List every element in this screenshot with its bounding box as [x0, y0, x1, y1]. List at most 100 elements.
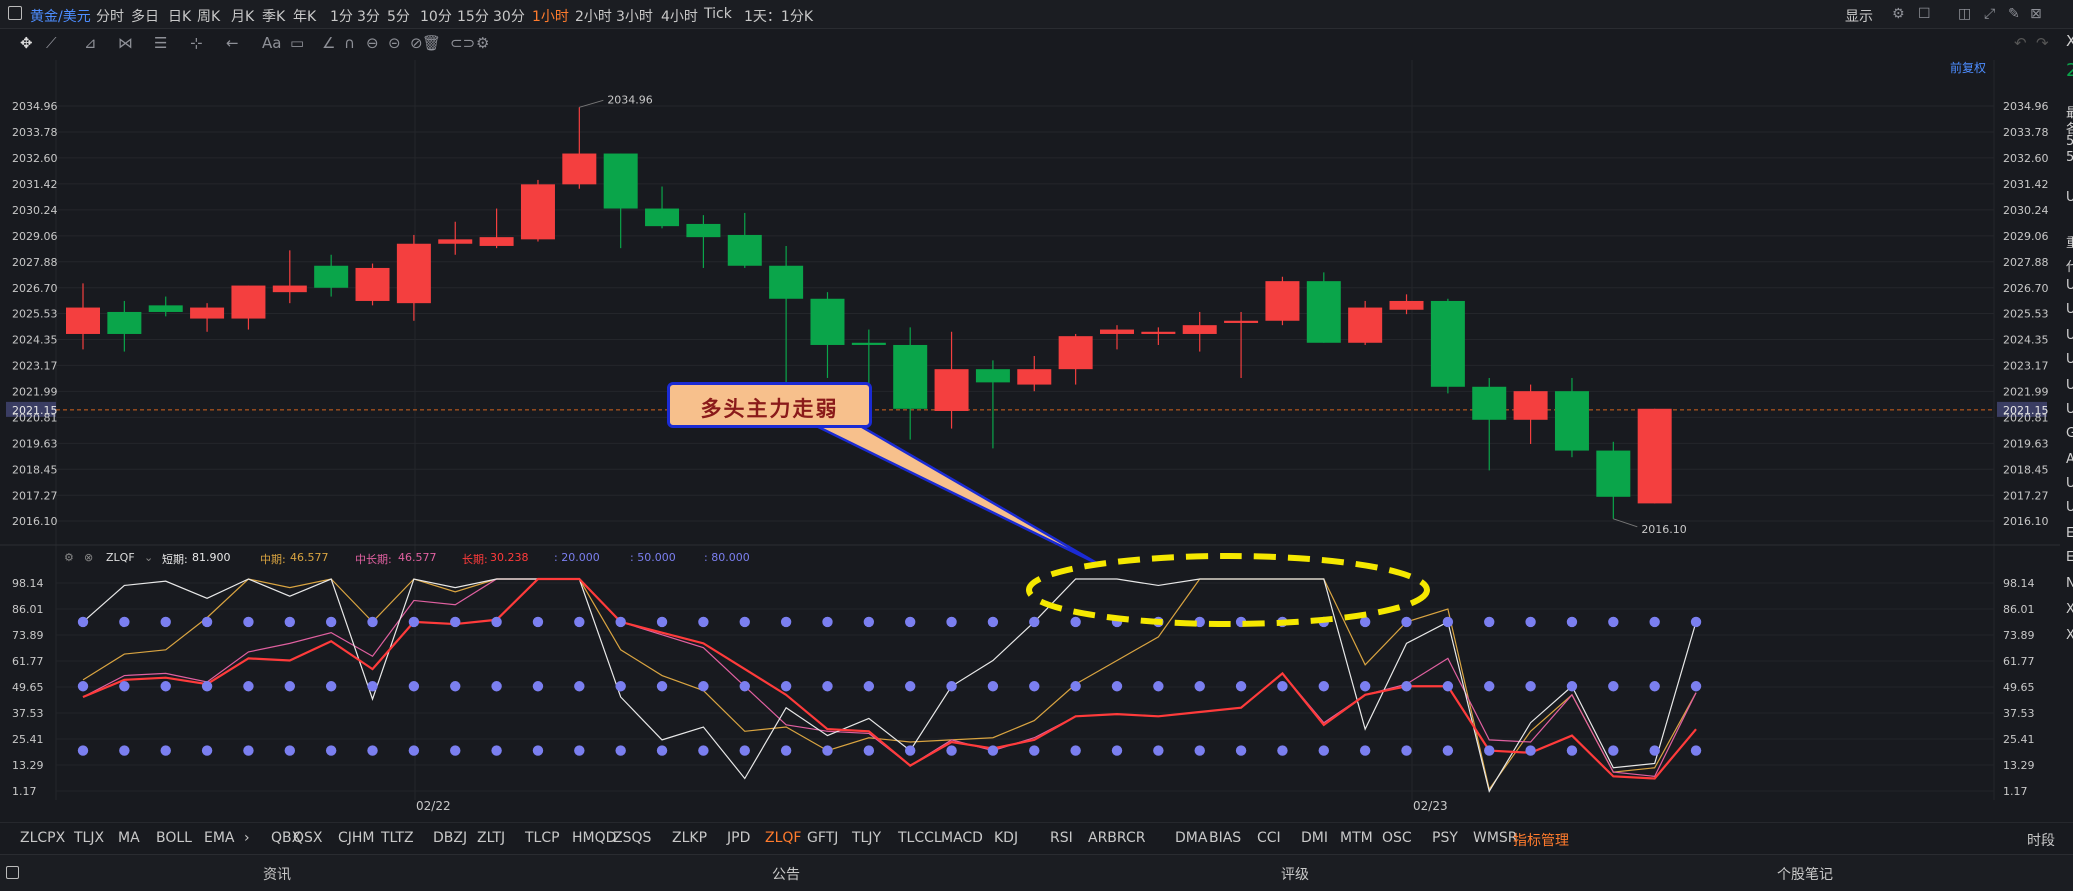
magnet-icon[interactable]: ∩ [344, 34, 355, 52]
indicator-tab-10[interactable]: ZLTJ [477, 830, 505, 846]
indicator-tab-12[interactable]: HMQD [572, 830, 616, 846]
line-tool-icon[interactable]: ⟋ [46, 34, 57, 52]
arrow-tool-icon[interactable]: ← [226, 34, 239, 52]
indicator-close-icon[interactable]: ⊗ [84, 551, 93, 564]
display-menu[interactable]: 显示 [1845, 6, 1873, 26]
timeframe-17[interactable]: Tick [704, 6, 732, 22]
indicator-tab-1[interactable]: TLJX [74, 830, 104, 846]
side-panel-char: X [2066, 32, 2073, 50]
timeframe-15[interactable]: 3小时 [616, 6, 653, 26]
timeframe-10[interactable]: 10分 [420, 6, 452, 26]
time-period-button[interactable]: 时段 [2027, 830, 2055, 850]
redo-icon[interactable]: ↷ [2036, 34, 2049, 52]
panel-icon[interactable] [6, 866, 19, 879]
footer-notes[interactable]: 个股笔记 [1777, 864, 1833, 884]
ruler-tool-icon[interactable]: ∠ [322, 34, 335, 52]
chart-area[interactable]: 2021.15 2021.15 2034.962033.782032.602031… [0, 56, 2060, 822]
comment-tool-icon[interactable]: ▭ [290, 34, 304, 52]
indicator-tab-28[interactable]: DMI [1301, 830, 1328, 846]
indicator-tab-13[interactable]: ZSQS [613, 830, 651, 846]
screenshot-icon[interactable]: ◫ [1958, 6, 1971, 22]
indicator-tab-33[interactable]: 指标管理 [1513, 830, 1569, 850]
fuquan-label[interactable]: 前复权 [1950, 59, 1986, 76]
reference-dot [905, 681, 916, 692]
undo-icon[interactable]: ↶ [2014, 34, 2027, 52]
timeframe-3[interactable]: 周K [197, 6, 220, 26]
settings-icon[interactable]: ⚙ [1892, 6, 1905, 22]
timeframe-8[interactable]: 3分 [357, 6, 380, 26]
wave-tool-icon[interactable]: ⋈ [118, 34, 133, 52]
timeframe-14[interactable]: 2小时 [575, 6, 612, 26]
indicator-tab-25[interactable]: DMA [1175, 830, 1207, 846]
symbol-name[interactable]: 黄金/美元 [30, 6, 91, 26]
link-icon[interactable]: ⊂⊃ [450, 34, 475, 52]
timeframe-16[interactable]: 4小时 [661, 6, 698, 26]
indicator-dropdown-icon[interactable]: ⌄ [144, 551, 153, 564]
channel-tool-icon[interactable]: ⊿ [84, 34, 97, 52]
candle-body [66, 307, 100, 334]
indicator-tab-31[interactable]: PSY [1432, 830, 1458, 846]
timeframe-13[interactable]: 1小时 [532, 6, 569, 26]
measure-tool-icon[interactable]: ⊹ [190, 34, 203, 52]
indicator-tab-20[interactable]: MACD [941, 830, 983, 846]
timeframe-11[interactable]: 15分 [457, 6, 489, 26]
panel-toggle-icon[interactable] [8, 6, 22, 20]
footer-news[interactable]: 资讯 [263, 864, 291, 884]
indicator-tab-26[interactable]: BIAS [1209, 830, 1241, 846]
indicator-tab-6[interactable]: QSX [293, 830, 323, 846]
timeframe-5[interactable]: 季K [262, 6, 285, 26]
eye-icon[interactable]: ⊝ [388, 34, 401, 52]
fullscreen-icon[interactable]: ⤢ [1984, 6, 1995, 22]
indicator-tab-7[interactable]: CJHM [338, 830, 375, 846]
timeframe-7[interactable]: 1分 [330, 6, 353, 26]
indicator-tab-27[interactable]: CCI [1257, 830, 1281, 846]
price-tick-label: 2031.42 [12, 178, 58, 191]
reference-dot [408, 745, 420, 756]
indicator-tab-14[interactable]: ZLKP [672, 830, 707, 846]
lock-icon[interactable]: ⊖ [366, 34, 379, 52]
toolbar-settings-icon[interactable]: ⚙ [476, 34, 489, 52]
indicator-tab-15[interactable]: JPD [727, 830, 750, 846]
indicator-tab-16[interactable]: ZLQF [765, 830, 801, 846]
tabs-more-icon[interactable]: › [244, 830, 250, 846]
indicator-tab-2[interactable]: MA [118, 830, 140, 846]
timeframe-2[interactable]: 日K [168, 6, 191, 26]
timeframe-0[interactable]: 分时 [96, 6, 124, 26]
close-icon[interactable]: ⊠ [2030, 6, 2042, 22]
timeframe-12[interactable]: 30分 [493, 6, 525, 26]
indicator-tab-9[interactable]: DBZJ [433, 830, 467, 846]
timeframe-1[interactable]: 多日 [131, 6, 159, 26]
layout-icon[interactable]: ☐ [1918, 6, 1931, 22]
indicator-tab-22[interactable]: RSI [1050, 830, 1073, 846]
indicator-tab-17[interactable]: GFTJ [807, 830, 838, 846]
footer-announcement[interactable]: 公告 [772, 864, 800, 884]
trash-icon[interactable]: 🗑 [422, 34, 441, 52]
indicator-tab-29[interactable]: MTM [1340, 830, 1373, 846]
hide-icon[interactable]: ⊘ [410, 34, 423, 52]
indicator-tab-32[interactable]: WMSR [1473, 830, 1518, 846]
timeframe-18[interactable]: 1天：1分K [744, 6, 813, 26]
indicator-tab-19[interactable]: TLCCL [898, 830, 942, 846]
indicator-tab-8[interactable]: TLTZ [381, 830, 414, 846]
indicator-tab-0[interactable]: ZLCPX [20, 830, 65, 846]
indicator-tab-23[interactable]: ARBR [1088, 830, 1127, 846]
indicator-tab-21[interactable]: KDJ [994, 830, 1018, 846]
indicator-tick-label-right: 49.65 [2003, 681, 2035, 694]
indicator-tab-18[interactable]: TLJY [852, 830, 881, 846]
timeframe-9[interactable]: 5分 [387, 6, 410, 26]
timeframe-6[interactable]: 年K [293, 6, 316, 26]
indicator-settings-icon[interactable]: ⚙ [64, 551, 74, 564]
move-tool-icon[interactable]: ✥ [20, 34, 33, 52]
indicator-name[interactable]: ZLQF [106, 551, 135, 564]
timeframe-4[interactable]: 月K [231, 6, 254, 26]
footer-rating[interactable]: 评级 [1281, 864, 1309, 884]
fibonacci-tool-icon[interactable]: ☰ [154, 34, 167, 52]
indicator-tab-24[interactable]: CR [1126, 830, 1146, 846]
annotation-callout[interactable]: 多头主力走弱 [667, 382, 872, 428]
indicator-tab-11[interactable]: TLCP [525, 830, 560, 846]
draw-pen-icon[interactable]: ✎ [2008, 6, 2020, 22]
indicator-tab-4[interactable]: EMA [204, 830, 235, 846]
indicator-tab-3[interactable]: BOLL [156, 830, 192, 846]
text-tool-icon[interactable]: Aa [262, 34, 281, 52]
indicator-tab-30[interactable]: OSC [1382, 830, 1412, 846]
